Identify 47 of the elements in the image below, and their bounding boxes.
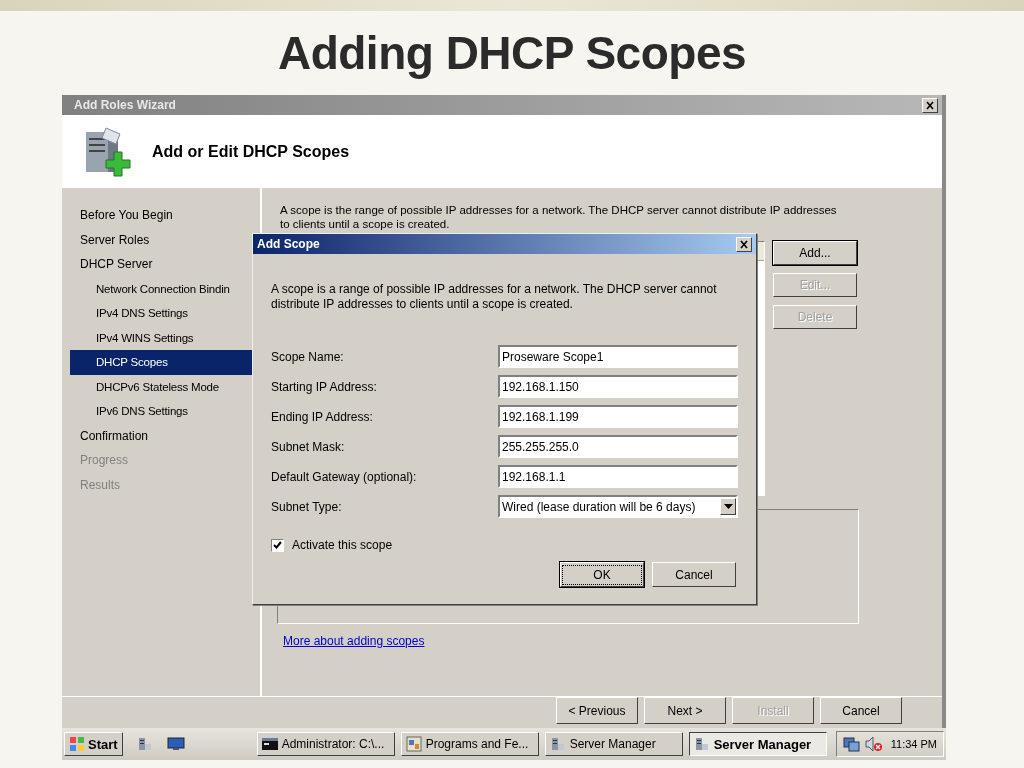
windows-logo-icon xyxy=(69,736,85,752)
input-field[interactable]: 192.168.1.150 xyxy=(498,375,738,398)
step-item[interactable]: Before You Begin xyxy=(70,203,260,228)
scope-button[interactable]: Add... xyxy=(773,241,857,265)
close-icon xyxy=(738,238,750,250)
network-icon[interactable] xyxy=(842,736,861,752)
nav-button[interactable]: < Previous xyxy=(556,697,638,724)
description-text: A scope is a range of possible IP addresses for a network. The DHCP server cannot distribute IP addresses to clients until a scope is created. xyxy=(271,282,718,312)
taskbar-button[interactable]: Administrator: C:\... xyxy=(256,732,395,756)
cancel-button[interactable]: Cancel xyxy=(652,562,736,587)
server-icon xyxy=(693,736,710,752)
server-icon xyxy=(549,736,566,752)
window-title: Add Roles Wizard xyxy=(74,98,176,112)
checkbox-label: Activate this scope xyxy=(292,538,393,552)
input-field[interactable]: 192.168.1.199 xyxy=(498,405,738,428)
nav-button[interactable]: Next > xyxy=(644,697,726,724)
slide-title: Adding DHCP Scopes xyxy=(276,26,748,81)
taskbar-button[interactable]: Server Manager xyxy=(688,732,827,756)
window-icon xyxy=(405,736,422,752)
speaker-muted-icon[interactable] xyxy=(864,736,883,752)
field-label: Subnet Type: xyxy=(271,499,343,514)
console-icon xyxy=(261,737,278,751)
taskbar-button[interactable]: Server Manager xyxy=(544,732,683,756)
field-label: Starting IP Address: xyxy=(271,379,378,394)
page-heading: Add or Edit DHCP Scopes xyxy=(152,142,350,161)
ok-button[interactable]: OK xyxy=(560,562,644,587)
help-link[interactable]: More about adding scopes xyxy=(283,634,425,648)
start-button[interactable]: Start xyxy=(64,732,123,756)
close-icon xyxy=(924,99,936,111)
checkbox[interactable] xyxy=(271,538,284,552)
nav-button[interactable]: Cancel xyxy=(820,697,902,724)
dropdown[interactable]: Wired (lease duration will be 6 days) xyxy=(498,495,738,518)
close-button[interactable] xyxy=(922,97,938,113)
description-text: A scope is the range of possible IP addresses for a network. The DHCP server cannot distribute IP addresses to clients until a scope is created. xyxy=(280,203,838,231)
field-label: Default Gateway (optional): xyxy=(271,469,418,484)
input-field[interactable]: 255.255.255.0 xyxy=(498,435,738,458)
dialog-title: Add Scope xyxy=(257,237,320,251)
clock: 11:34 PM xyxy=(890,738,937,750)
desktop-icon[interactable] xyxy=(166,737,185,751)
input-field[interactable]: 192.168.1.1 xyxy=(498,465,738,488)
server-icon[interactable] xyxy=(136,736,153,752)
close-button[interactable] xyxy=(736,236,752,252)
input-field[interactable]: Proseware Scope1 xyxy=(498,345,738,368)
field-label: Ending IP Address: xyxy=(271,409,374,424)
field-label: Scope Name: xyxy=(271,349,345,364)
taskbar-button[interactable]: Programs and Fe... xyxy=(400,732,539,756)
field-label: Subnet Mask: xyxy=(271,439,346,454)
